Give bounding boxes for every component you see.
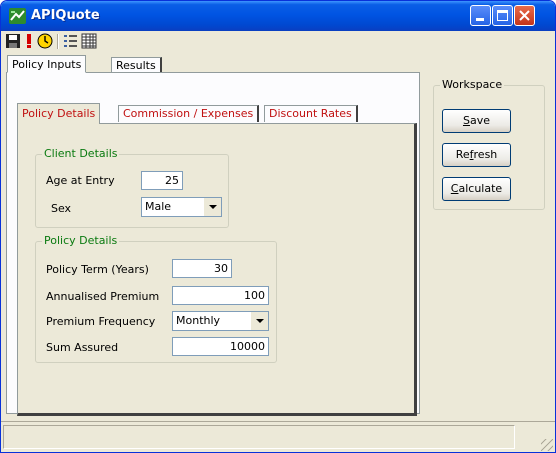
premium-frequency-value: Monthly: [176, 314, 221, 327]
policy-term-field[interactable]: 30: [172, 259, 232, 278]
tab-results[interactable]: Results: [111, 57, 162, 73]
calculate-label: alculate: [458, 182, 503, 195]
toolbar-separator: [57, 34, 59, 49]
tab-discount-rates[interactable]: Discount Rates: [264, 105, 358, 122]
refresh-label-post: resh: [473, 148, 498, 161]
workspace-title: Workspace: [440, 78, 505, 91]
save-mnemonic: S: [462, 114, 470, 127]
save-icon[interactable]: [5, 33, 21, 49]
premium-frequency-label: Premium Frequency: [46, 315, 156, 328]
close-icon: [519, 10, 530, 21]
window-title: APIQuote: [31, 8, 100, 23]
sex-label: Sex: [51, 202, 72, 215]
toolbar: [1, 31, 555, 51]
status-bar: [1, 421, 555, 452]
sum-assured-label: Sum Assured: [46, 341, 119, 354]
tab-policy-inputs[interactable]: Policy Inputs: [7, 55, 87, 73]
annualised-premium-field[interactable]: 100: [172, 286, 269, 305]
age-at-entry-field[interactable]: 25: [141, 171, 183, 190]
close-button[interactable]: [514, 5, 535, 26]
calculate-button[interactable]: Calculate: [442, 177, 511, 201]
chevron-down-icon[interactable]: [203, 198, 221, 216]
client-details-title: Client Details: [42, 147, 120, 160]
refresh-label-pre: Re: [455, 148, 470, 161]
policy-term-label: Policy Term (Years): [46, 263, 149, 276]
app-icon: [9, 8, 26, 24]
save-label: ave: [469, 114, 490, 127]
sum-assured-field[interactable]: 10000: [172, 337, 269, 356]
title-bar[interactable]: APIQuote: [1, 1, 555, 31]
app-window: APIQuote Policy Inputs Results Policy De…: [0, 0, 556, 453]
minimize-icon: [476, 18, 484, 21]
tab-policy-details[interactable]: Policy Details: [17, 103, 101, 124]
age-at-entry-label: Age at Entry: [46, 174, 115, 187]
premium-frequency-select[interactable]: Monthly: [172, 311, 269, 331]
details-view-icon[interactable]: [63, 33, 79, 49]
sex-value: Male: [145, 200, 172, 213]
maximize-button[interactable]: [492, 5, 513, 26]
save-button[interactable]: Save: [442, 109, 511, 133]
tab-commission-expenses[interactable]: Commission / Expenses: [118, 105, 260, 122]
exclamation-icon[interactable]: [21, 33, 37, 49]
maximize-icon: [497, 10, 508, 21]
refresh-button[interactable]: Refresh: [442, 143, 511, 167]
resize-grip-icon[interactable]: [541, 439, 553, 451]
status-pane: [3, 425, 515, 449]
minimize-button[interactable]: [470, 5, 491, 26]
grid-view-icon[interactable]: [81, 33, 97, 49]
annualised-premium-label: Annualised Premium: [46, 290, 160, 303]
chevron-down-icon[interactable]: [250, 312, 268, 330]
sex-select[interactable]: Male: [141, 197, 222, 217]
clock-icon[interactable]: [37, 33, 53, 49]
policy-details-title: Policy Details: [42, 234, 120, 247]
